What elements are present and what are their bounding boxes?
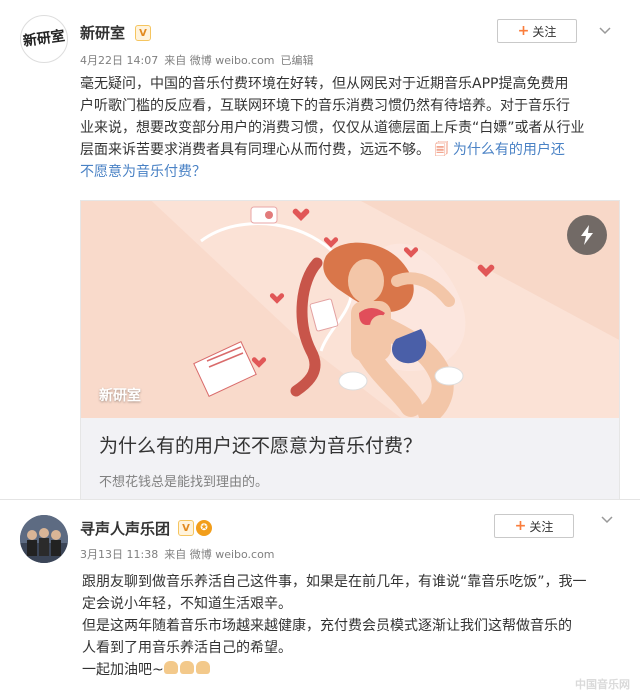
group-photo-image <box>20 515 68 563</box>
body-line: 业来说，想要改变部分用户的消费习惯，仅仅从道德层面上斥责“白嫖”或者从行业 <box>80 120 585 136</box>
author-name[interactable]: 寻声人声乐团 <box>80 518 170 539</box>
watermark-logo: 中国音乐网 <box>575 678 630 691</box>
post-source: 来自 微博 weibo.com <box>164 548 275 561</box>
article-link[interactable]: 为什么有的用户还 <box>453 142 565 158</box>
article-card[interactable]: 新研室 为什么有的用户还不愿意为音乐付费？ 不想花钱总是能找到理由的。 <box>80 200 620 500</box>
article-link-icon[interactable]: 🗐 <box>434 142 448 158</box>
follow-button[interactable]: + 关注 <box>497 19 577 43</box>
plus-icon: + <box>517 23 530 39</box>
body-line: 跟朋友聊到做音乐养活自己这件事，如果是在前几年，有谁说“靠音乐吃饭”，我一 <box>82 574 587 590</box>
cover-illustration <box>81 201 619 418</box>
post-source: 来自 微博 weibo.com <box>164 54 275 67</box>
article-link-cont[interactable]: 不愿意为音乐付费？ <box>80 161 620 183</box>
body-line: 人看到了用音乐养活自己的希望。 <box>82 640 292 656</box>
body-line: 一起加油吧~ <box>82 662 164 678</box>
follow-label: 关注 <box>532 24 557 39</box>
post-meta: 3月13日 11:38 来自 微博 weibo.com <box>80 546 281 562</box>
body-line: 层面来诉苦要求消费者具有同理心从而付费，远远不够。 <box>80 142 430 158</box>
card-title[interactable]: 为什么有的用户还不愿意为音乐付费？ <box>99 431 422 458</box>
body-line: 户听歌门槛的反应看，互联网环境下的音乐消费习惯仍然有待培养。对于音乐行 <box>80 98 570 114</box>
post-date[interactable]: 4月22日 14:07 <box>80 54 158 67</box>
edited-label[interactable]: 已编辑 <box>281 54 314 67</box>
weibo-post-1: 新研室 新研室 V 4月22日 14:07 来自 微博 weibo.com 已编辑 … <box>0 0 640 500</box>
body-line: 定会说小年轻，不知道生活艰辛。 <box>82 596 292 612</box>
author-name[interactable]: 新研室 <box>80 22 125 43</box>
chevron-down-icon[interactable] <box>600 513 614 527</box>
body-line-with-link: 层面来诉苦要求消费者具有同理心从而付费，远远不够。 🗐 为什么有的用户还 <box>80 139 620 161</box>
post-body: 跟朋友聊到做音乐养活自己这件事，如果是在前几年，有谁说“靠音乐吃饭”，我一 定会… <box>82 571 622 681</box>
body-line: 毫无疑问，中国的音乐付费环境在好转，但从网民对于近期音乐APP提高免费用 <box>80 76 569 92</box>
plus-icon: + <box>514 518 527 534</box>
follow-label: 关注 <box>529 519 554 534</box>
chevron-down-icon[interactable] <box>598 24 612 38</box>
vip-badge-icon: V <box>178 520 194 536</box>
gold-medal-icon: ✪ <box>196 520 212 536</box>
body-line: 但是这两年随着音乐市场越来越健康，充付费会员模式逐渐让我们这帮做音乐的 <box>82 618 572 634</box>
author-avatar[interactable]: 新研室 <box>20 15 68 63</box>
vip-badge-icon: V <box>135 25 151 41</box>
post-date[interactable]: 3月13日 11:38 <box>80 548 158 561</box>
play-button[interactable] <box>567 215 607 255</box>
card-description: 不想花钱总是能找到理由的。 <box>99 475 269 490</box>
article-cover-image[interactable]: 新研室 <box>81 201 619 418</box>
avatar-calligraphy: 新研室 <box>22 28 66 50</box>
body-line-last: 一起加油吧~ <box>82 659 622 681</box>
post-meta: 4月22日 14:07 来自 微博 weibo.com 已编辑 <box>80 52 320 68</box>
card-source-label: 新研室 <box>99 388 141 404</box>
flex-arm-emoji-icon <box>163 659 212 681</box>
follow-button[interactable]: + 关注 <box>494 514 574 538</box>
author-avatar[interactable] <box>20 515 68 563</box>
lightning-icon <box>581 225 593 245</box>
post-body: 毫无疑问，中国的音乐付费环境在好转，但从网民对于近期音乐APP提高免费用 户听歌… <box>80 73 620 183</box>
